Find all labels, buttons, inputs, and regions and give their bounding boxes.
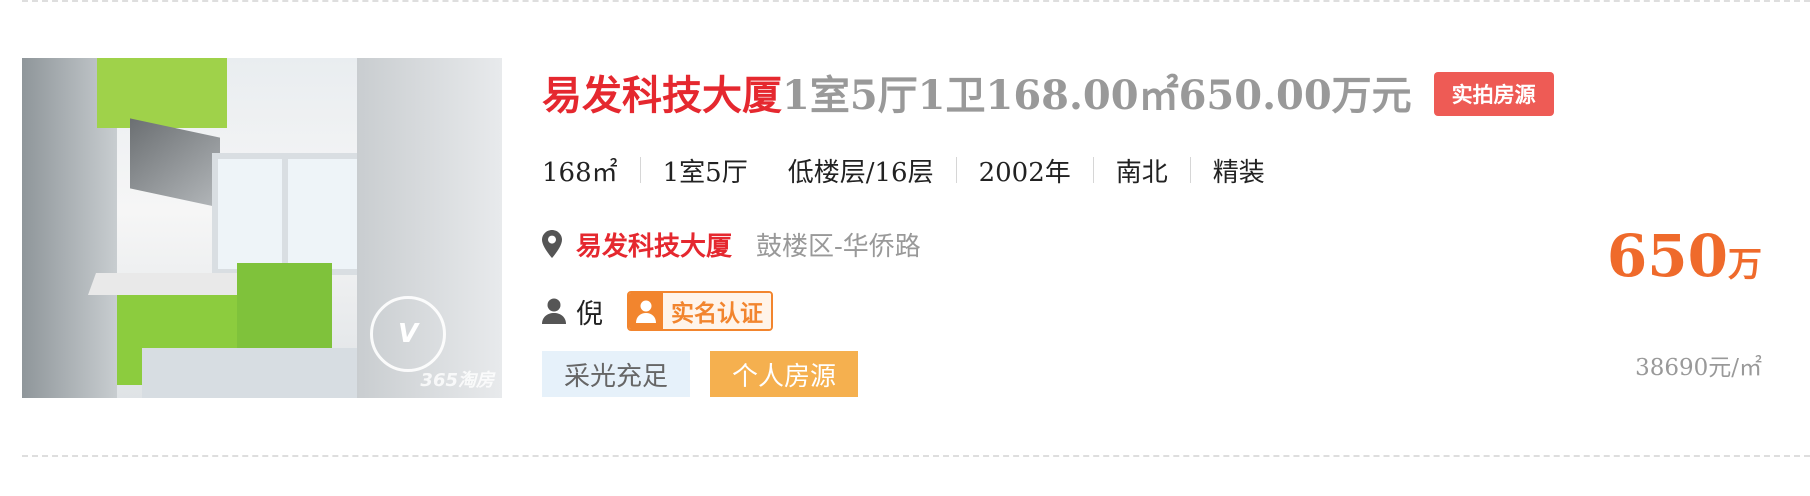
listing-tags: 采光充足 个人房源 [542,351,859,397]
attr-area: 168㎡ [542,157,618,188]
listing-title[interactable]: 易发科技大厦 1室5厅1卫168.00㎡650.00万元 实拍房源 [542,64,1554,120]
location-pin-icon [542,230,562,258]
price-unit: 万 [1728,245,1762,285]
tag-lighting: 采光充足 [542,351,691,397]
panorama-icon[interactable]: V [370,296,446,372]
attr-floor: 低楼层/16层 [787,157,934,188]
attr-year: 2002年 [978,157,1071,188]
total-price: 650万 [1607,222,1762,290]
title-community-name[interactable]: 易发科技大厦 [542,63,782,121]
price-value: 650 [1606,222,1728,290]
divider-bottom [22,455,1810,457]
agent-name: 倪 [576,298,603,330]
attr-divider [955,157,957,183]
unit-price: 38690元/㎡ [1635,355,1762,381]
real-photo-badge: 实拍房源 [1433,72,1554,116]
listing-thumbnail[interactable]: V 365淘房 [22,58,502,398]
tag-personal-listing: 个人房源 [710,351,859,397]
attr-layout: 1室5厅 [662,157,748,188]
attr-divider [1189,157,1191,183]
listing-agent: 倪 实名认证 [542,291,773,331]
attr-divider [1092,157,1094,183]
title-spec[interactable]: 1室5厅1卫168.00㎡650.00万元 [782,63,1412,121]
listing-attributes: 168㎡ 1室5厅 低楼层/16层 2002年 南北 精装 [542,152,1265,188]
verified-badge: 实名认证 [627,291,773,331]
address-community-link[interactable]: 易发科技大厦 [576,226,732,263]
attr-orientation: 南北 [1115,157,1168,188]
attr-decoration: 精装 [1212,157,1265,188]
verified-label: 实名认证 [663,293,771,329]
thumbnail-watermark: 365淘房 [420,370,494,391]
person-icon [542,298,566,324]
listing-address: 易发科技大厦 鼓楼区-华侨路 [542,226,921,262]
listing-item[interactable]: V 365淘房 易发科技大厦 1室5厅1卫168.00㎡650.00万元 实拍房… [0,0,1810,496]
attr-divider [639,157,641,183]
verified-person-icon [629,293,663,329]
address-district: 鼓楼区-华侨路 [756,231,921,262]
